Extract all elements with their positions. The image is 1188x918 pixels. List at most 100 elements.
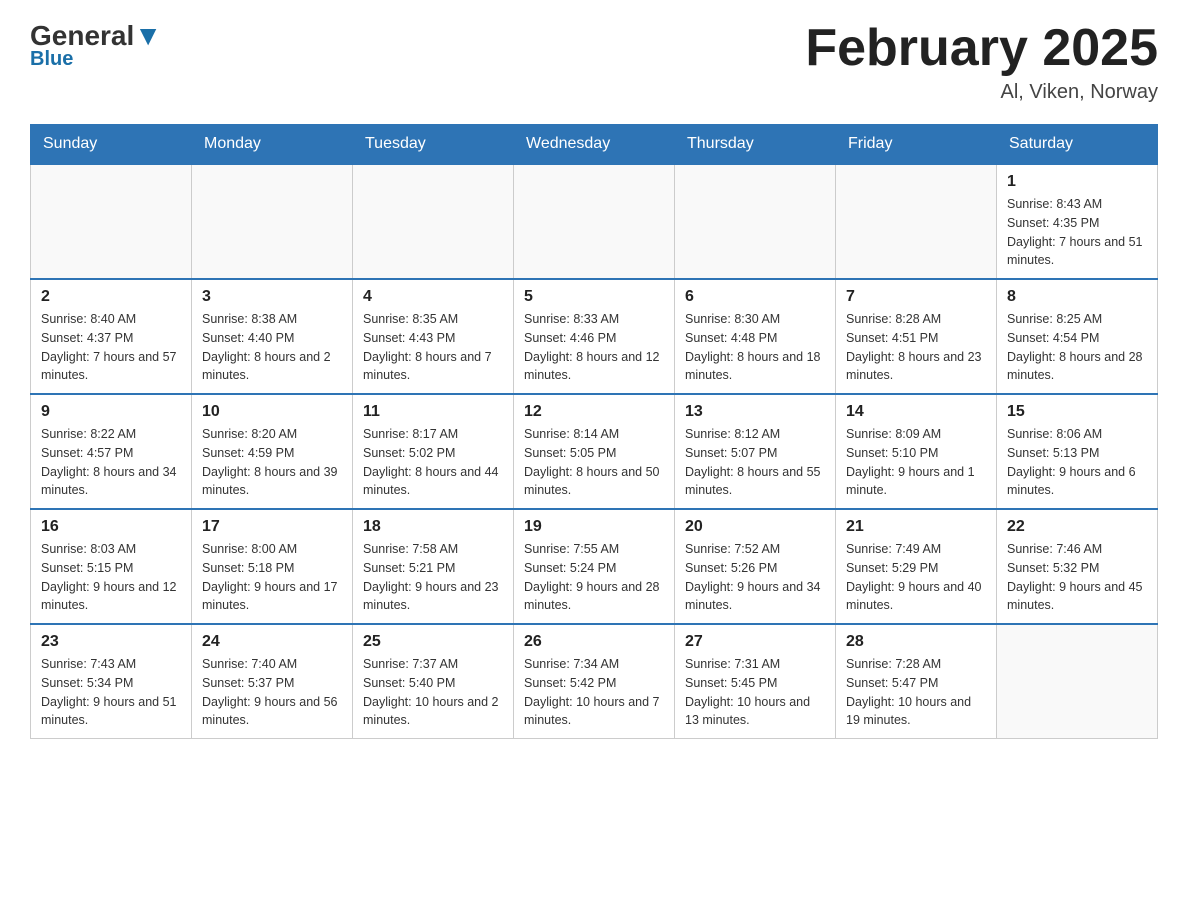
day-number: 1 [1007, 173, 1147, 191]
calendar-cell [836, 164, 997, 279]
calendar-cell: 2 Sunrise: 8:40 AM Sunset: 4:37 PM Daylig… [31, 279, 192, 394]
day-info: Sunrise: 8:17 AM Sunset: 5:02 PM Dayligh… [363, 425, 503, 500]
day-info: Sunrise: 8:03 AM Sunset: 5:15 PM Dayligh… [41, 540, 181, 615]
day-number: 17 [202, 518, 342, 536]
day-number: 8 [1007, 288, 1147, 306]
week-row-3: 9 Sunrise: 8:22 AM Sunset: 4:57 PM Daylig… [31, 394, 1158, 509]
calendar-cell [514, 164, 675, 279]
day-info: Sunrise: 8:38 AM Sunset: 4:40 PM Dayligh… [202, 310, 342, 385]
day-number: 12 [524, 403, 664, 421]
day-number: 16 [41, 518, 181, 536]
day-info: Sunrise: 7:31 AM Sunset: 5:45 PM Dayligh… [685, 655, 825, 730]
calendar-cell: 11 Sunrise: 8:17 AM Sunset: 5:02 PM Dayli… [353, 394, 514, 509]
day-number: 4 [363, 288, 503, 306]
day-number: 18 [363, 518, 503, 536]
calendar-cell: 20 Sunrise: 7:52 AM Sunset: 5:26 PM Dayli… [675, 509, 836, 624]
calendar-cell: 14 Sunrise: 8:09 AM Sunset: 5:10 PM Dayli… [836, 394, 997, 509]
day-info: Sunrise: 8:33 AM Sunset: 4:46 PM Dayligh… [524, 310, 664, 385]
day-number: 11 [363, 403, 503, 421]
calendar-cell: 1 Sunrise: 8:43 AM Sunset: 4:35 PM Daylig… [997, 164, 1158, 279]
day-info: Sunrise: 8:35 AM Sunset: 4:43 PM Dayligh… [363, 310, 503, 385]
weekday-header-tuesday: Tuesday [353, 125, 514, 165]
calendar-cell: 8 Sunrise: 8:25 AM Sunset: 4:54 PM Daylig… [997, 279, 1158, 394]
weekday-header-friday: Friday [836, 125, 997, 165]
title-section: February 2025 Al, Viken, Norway [805, 20, 1158, 104]
day-info: Sunrise: 7:40 AM Sunset: 5:37 PM Dayligh… [202, 655, 342, 730]
calendar-cell: 15Sunrise: 8:06 AM Sunset: 5:13 PM Dayli… [997, 394, 1158, 509]
day-number: 24 [202, 633, 342, 651]
calendar-cell: 3 Sunrise: 8:38 AM Sunset: 4:40 PM Daylig… [192, 279, 353, 394]
calendar-cell: 7Sunrise: 8:28 AM Sunset: 4:51 PM Daylig… [836, 279, 997, 394]
day-info: Sunrise: 8:20 AM Sunset: 4:59 PM Dayligh… [202, 425, 342, 500]
day-info: Sunrise: 7:37 AM Sunset: 5:40 PM Dayligh… [363, 655, 503, 730]
calendar-header-row: SundayMondayTuesdayWednesdayThursdayFrid… [31, 125, 1158, 165]
day-number: 25 [363, 633, 503, 651]
logo-blue: Blue [30, 48, 73, 71]
location-title: Al, Viken, Norway [805, 81, 1158, 104]
calendar-cell: 18 Sunrise: 7:58 AM Sunset: 5:21 PM Dayli… [353, 509, 514, 624]
weekday-header-saturday: Saturday [997, 125, 1158, 165]
calendar-cell: 23 Sunrise: 7:43 AM Sunset: 5:34 PM Dayli… [31, 624, 192, 739]
calendar-cell: 6Sunrise: 8:30 AM Sunset: 4:48 PM Daylig… [675, 279, 836, 394]
day-info: Sunrise: 7:46 AM Sunset: 5:32 PM Dayligh… [1007, 540, 1147, 615]
day-number: 23 [41, 633, 181, 651]
page-header: General▼ Blue February 2025 Al, Viken, N… [30, 20, 1158, 104]
calendar-cell [353, 164, 514, 279]
calendar-cell [31, 164, 192, 279]
day-number: 27 [685, 633, 825, 651]
calendar-cell: 5 Sunrise: 8:33 AM Sunset: 4:46 PM Daylig… [514, 279, 675, 394]
calendar-cell: 16 Sunrise: 8:03 AM Sunset: 5:15 PM Dayli… [31, 509, 192, 624]
day-number: 9 [41, 403, 181, 421]
logo-triangle-icon: ▼ [134, 20, 162, 51]
calendar-cell: 28Sunrise: 7:28 AM Sunset: 5:47 PM Dayli… [836, 624, 997, 739]
day-info: Sunrise: 7:55 AM Sunset: 5:24 PM Dayligh… [524, 540, 664, 615]
day-info: Sunrise: 8:14 AM Sunset: 5:05 PM Dayligh… [524, 425, 664, 500]
day-info: Sunrise: 7:43 AM Sunset: 5:34 PM Dayligh… [41, 655, 181, 730]
month-title: February 2025 [805, 20, 1158, 77]
day-number: 21 [846, 518, 986, 536]
week-row-2: 2 Sunrise: 8:40 AM Sunset: 4:37 PM Daylig… [31, 279, 1158, 394]
calendar-cell: 27 Sunrise: 7:31 AM Sunset: 5:45 PM Dayli… [675, 624, 836, 739]
day-number: 22 [1007, 518, 1147, 536]
day-info: Sunrise: 7:58 AM Sunset: 5:21 PM Dayligh… [363, 540, 503, 615]
day-number: 15 [1007, 403, 1147, 421]
day-info: Sunrise: 8:43 AM Sunset: 4:35 PM Dayligh… [1007, 195, 1147, 270]
day-number: 19 [524, 518, 664, 536]
calendar-cell: 26 Sunrise: 7:34 AM Sunset: 5:42 PM Dayli… [514, 624, 675, 739]
calendar-table: SundayMondayTuesdayWednesdayThursdayFrid… [30, 124, 1158, 739]
calendar-cell: 10Sunrise: 8:20 AM Sunset: 4:59 PM Dayli… [192, 394, 353, 509]
calendar-cell [675, 164, 836, 279]
calendar-cell: 13 Sunrise: 8:12 AM Sunset: 5:07 PM Dayli… [675, 394, 836, 509]
logo: General▼ Blue [30, 20, 162, 71]
day-info: Sunrise: 8:09 AM Sunset: 5:10 PM Dayligh… [846, 425, 986, 500]
day-number: 13 [685, 403, 825, 421]
day-info: Sunrise: 8:22 AM Sunset: 4:57 PM Dayligh… [41, 425, 181, 500]
day-info: Sunrise: 8:25 AM Sunset: 4:54 PM Dayligh… [1007, 310, 1147, 385]
weekday-header-sunday: Sunday [31, 125, 192, 165]
day-info: Sunrise: 8:12 AM Sunset: 5:07 PM Dayligh… [685, 425, 825, 500]
day-info: Sunrise: 7:34 AM Sunset: 5:42 PM Dayligh… [524, 655, 664, 730]
day-info: Sunrise: 8:00 AM Sunset: 5:18 PM Dayligh… [202, 540, 342, 615]
calendar-cell [997, 624, 1158, 739]
day-number: 14 [846, 403, 986, 421]
day-info: Sunrise: 8:28 AM Sunset: 4:51 PM Dayligh… [846, 310, 986, 385]
day-number: 20 [685, 518, 825, 536]
calendar-cell: 21Sunrise: 7:49 AM Sunset: 5:29 PM Dayli… [836, 509, 997, 624]
day-info: Sunrise: 7:28 AM Sunset: 5:47 PM Dayligh… [846, 655, 986, 730]
weekday-header-wednesday: Wednesday [514, 125, 675, 165]
day-number: 3 [202, 288, 342, 306]
day-info: Sunrise: 8:40 AM Sunset: 4:37 PM Dayligh… [41, 310, 181, 385]
day-number: 6 [685, 288, 825, 306]
day-number: 5 [524, 288, 664, 306]
day-info: Sunrise: 7:52 AM Sunset: 5:26 PM Dayligh… [685, 540, 825, 615]
day-number: 2 [41, 288, 181, 306]
calendar-cell: 4 Sunrise: 8:35 AM Sunset: 4:43 PM Daylig… [353, 279, 514, 394]
weekday-header-thursday: Thursday [675, 125, 836, 165]
calendar-cell: 25 Sunrise: 7:37 AM Sunset: 5:40 PM Dayli… [353, 624, 514, 739]
calendar-cell: 24 Sunrise: 7:40 AM Sunset: 5:37 PM Dayli… [192, 624, 353, 739]
calendar-cell: 9 Sunrise: 8:22 AM Sunset: 4:57 PM Daylig… [31, 394, 192, 509]
calendar-cell: 22 Sunrise: 7:46 AM Sunset: 5:32 PM Dayli… [997, 509, 1158, 624]
calendar-cell: 12 Sunrise: 8:14 AM Sunset: 5:05 PM Dayli… [514, 394, 675, 509]
day-number: 26 [524, 633, 664, 651]
calendar-cell: 17 Sunrise: 8:00 AM Sunset: 5:18 PM Dayli… [192, 509, 353, 624]
